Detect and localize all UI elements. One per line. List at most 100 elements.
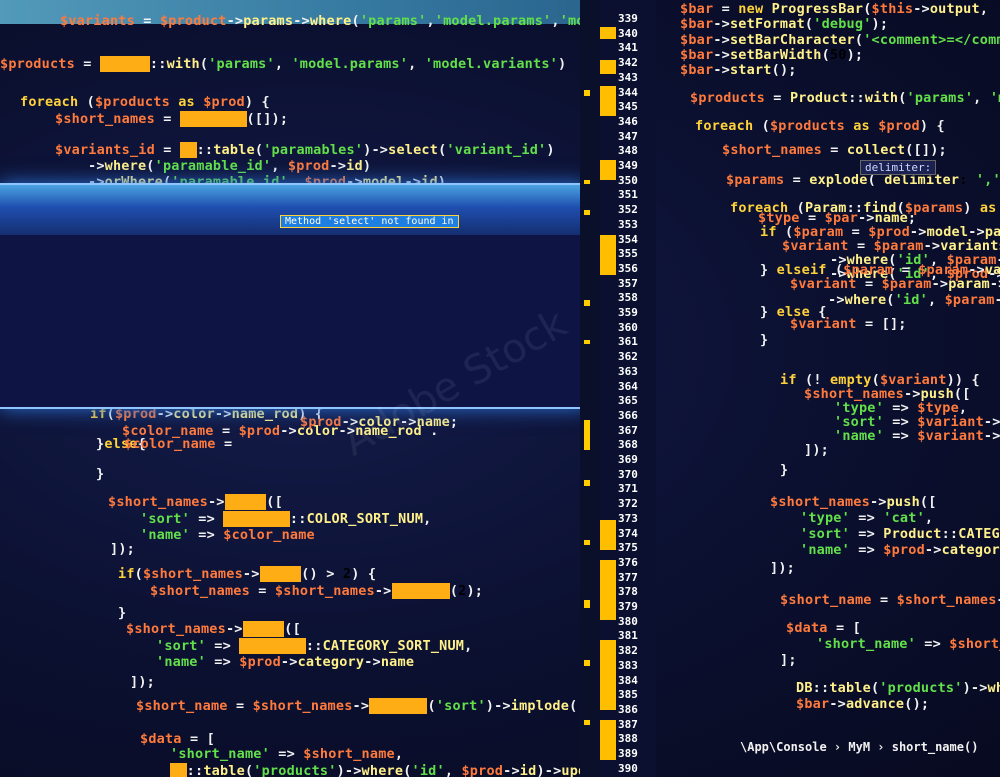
code-line[interactable]: $short_name = $short_names->unique [780, 592, 1000, 608]
right-code-pane: $bar = new ProgressBar($this->output, $ba… [660, 0, 1000, 777]
code-line[interactable]: $variants = $product->params->where('par… [60, 13, 585, 29]
code-line[interactable]: $data = [ [786, 620, 861, 636]
code-line[interactable]: $short_names->XXXXX([ [108, 494, 283, 510]
code-line[interactable]: $bar->advance(); [796, 696, 929, 712]
line-number: 365 [618, 394, 638, 408]
line-number: 371 [618, 482, 638, 496]
code-line[interactable]: $bar->setBarWidth(50); [680, 47, 863, 63]
code-line[interactable]: ->where('id', $param->pivot-> [828, 292, 1000, 308]
code-line[interactable]: $short_names->push([ [770, 494, 937, 510]
change-marker [600, 160, 616, 180]
line-number: 344 [618, 85, 638, 99]
change-marker [600, 640, 616, 710]
code-line[interactable]: 'short_name' => $short_name, [170, 746, 403, 762]
line-number: 375 [618, 541, 638, 555]
code-line[interactable]: $short_name = $short_names->XXXXXXX('sor… [136, 698, 585, 714]
line-number: 345 [618, 100, 638, 114]
code-line[interactable]: $products = Product::with('params', 'mod… [690, 90, 1000, 106]
code-line[interactable]: 'sort' => XXXXXXXX::COLOR_SORT_NUM, [140, 511, 431, 527]
code-line[interactable]: $short_names->XXXXX([ [126, 621, 301, 637]
change-marker [600, 520, 616, 550]
line-number: 387 [618, 717, 638, 731]
line-number: 379 [618, 600, 638, 613]
editor-scrollbar[interactable] [580, 0, 600, 777]
line-number: 381 [618, 629, 638, 643]
change-marker [600, 86, 616, 116]
code-line[interactable]: $variants_id = XX::table('paramables')->… [55, 142, 555, 158]
line-number: 383 [618, 658, 638, 672]
code-line[interactable]: $variant = []; [790, 316, 907, 332]
line-number: 343 [618, 70, 638, 84]
line-number: 364 [618, 379, 638, 393]
line-number: 382 [618, 644, 638, 658]
scrollbar-marker [584, 480, 590, 486]
code-line[interactable]: ->where('paramable_id', $prod->id) [88, 158, 371, 174]
line-number: 376 [618, 555, 638, 569]
code-line[interactable]: ]); [804, 442, 829, 458]
code-line[interactable]: } [96, 466, 104, 482]
line-number: 360 [618, 320, 638, 334]
line-number: 355 [618, 247, 638, 261]
code-line[interactable]: $products = XXXXXX::with('params', 'mode… [0, 56, 566, 72]
scrollbar-marker [584, 660, 590, 666]
breadcrumb[interactable]: \App\Console › MyM › short_name() [740, 740, 978, 754]
code-line[interactable]: 'short_name' => $short_name [816, 636, 1000, 652]
line-number-gutter: 339 340 341 342 343 344 345 346 347 348 349 350 351 3… [600, 0, 656, 777]
method-not-found-warning: Method 'select' not found in [280, 215, 459, 228]
scrollbar-marker [584, 90, 590, 96]
code-line[interactable]: ]); [110, 541, 135, 557]
code-line[interactable]: 'name' => $prod->category->name [800, 542, 1000, 558]
line-number: 361 [618, 335, 638, 349]
code-line[interactable]: } [760, 332, 768, 348]
line-number: 374 [618, 526, 638, 540]
code-line[interactable]: if($short_names->XXXXX() > 2) { [118, 566, 376, 582]
code-line[interactable]: 'type' => 'cat', [800, 510, 933, 526]
code-line[interactable]: XX::table('products')->where('id', $prod… [170, 763, 585, 777]
code-line[interactable]: $short_names = $short_names->XXXXXXX(2); [150, 583, 483, 599]
code-line[interactable]: $color_name = [124, 436, 241, 452]
line-number: 356 [618, 261, 638, 275]
line-number: 354 [618, 232, 638, 246]
code-line[interactable]: $bar->start(); [680, 62, 797, 78]
code-line[interactable]: ]); [770, 560, 795, 576]
code-line[interactable]: 'name' => $color_name [140, 527, 315, 543]
code-line[interactable]: $bar->setFormat('debug'); [680, 16, 888, 32]
line-number: 349 [618, 159, 638, 172]
line-number: 350 [618, 173, 638, 187]
code-line[interactable]: DB::table('products')->where('id' [796, 680, 1000, 696]
line-number: 370 [618, 467, 638, 481]
line-number: 389 [618, 747, 638, 760]
line-number: 366 [618, 408, 638, 422]
scrollbar-marker [584, 210, 590, 215]
line-number: 358 [618, 291, 638, 305]
scrollbar-marker [584, 600, 590, 608]
parameter-hint: delimiter: [860, 160, 937, 175]
line-number: 367 [618, 423, 638, 437]
code-line[interactable]: $short_names = collect([]); [722, 142, 947, 158]
code-line[interactable]: ]); [130, 674, 155, 690]
line-number: 340 [618, 26, 638, 40]
code-line[interactable]: foreach ($products as $prod) { [695, 118, 945, 134]
code-line[interactable]: ]; [780, 652, 797, 668]
code-line[interactable]: foreach ($products as $prod) { [20, 94, 270, 110]
code-line[interactable]: $short_names = XXXXXXXX([]); [55, 111, 288, 127]
line-number: 363 [618, 364, 638, 378]
line-number: 384 [618, 673, 638, 687]
code-line[interactable]: } [118, 605, 126, 621]
code-line[interactable]: 'sort' => Product::CATEGORY_SORT [800, 526, 1000, 542]
code-line[interactable]: 'sort' => XXXXXXXX::CATEGORY_SORT_NUM, [156, 638, 472, 654]
code-line[interactable]: $data = [ [140, 731, 215, 747]
change-marker [600, 720, 616, 760]
code-line[interactable]: 'name' => $prod->category->name [156, 654, 414, 670]
code-line[interactable]: $bar->setBarCharacter('<comment>=</comme… [680, 32, 1000, 48]
code-line[interactable]: 'name' => $variant->{$prod [834, 428, 1000, 444]
scrollbar-marker [584, 420, 590, 450]
code-line[interactable]: $bar = new ProgressBar($this->output, [680, 1, 988, 17]
code-line[interactable]: $variant = $param->param->pivot-> [790, 276, 1000, 292]
code-editor-photo: $variants = $product->params->where('par… [0, 0, 1000, 777]
line-number: 347 [618, 129, 638, 143]
line-number: 377 [618, 570, 638, 584]
code-line[interactable]: } [780, 462, 788, 478]
line-number: 353 [618, 217, 638, 231]
line-number: 373 [618, 511, 638, 525]
